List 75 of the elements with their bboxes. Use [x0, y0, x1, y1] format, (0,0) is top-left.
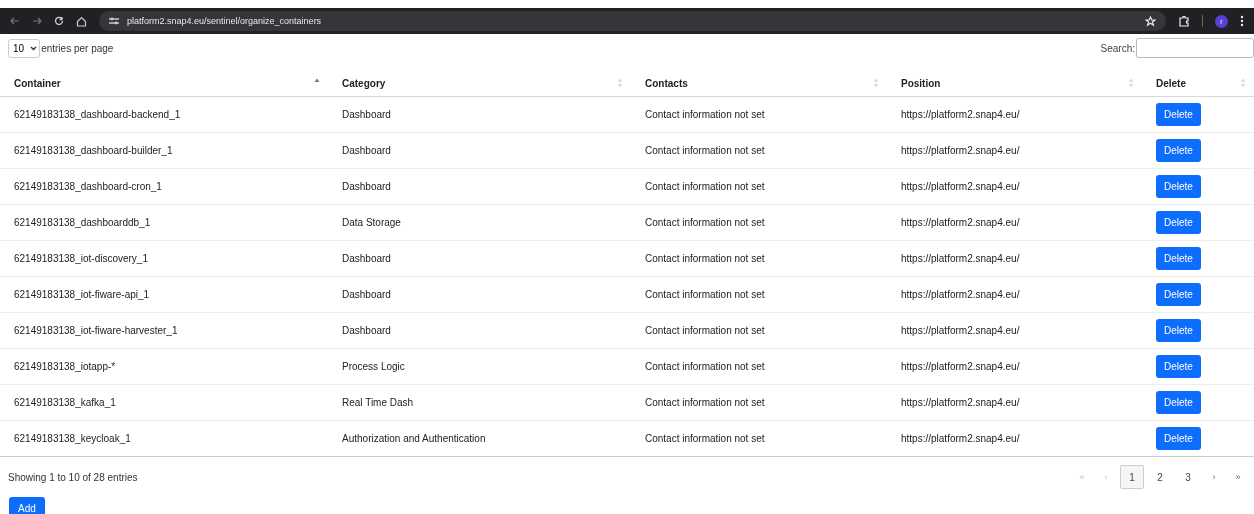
delete-button[interactable]: Delete: [1156, 283, 1201, 306]
table-cell: Dashboard: [342, 325, 391, 336]
column-header[interactable]: Category: [328, 70, 631, 97]
table-cell: Dashboard: [342, 109, 391, 120]
delete-button[interactable]: Delete: [1156, 103, 1201, 126]
table-cell: Dashboard: [342, 289, 391, 300]
entries-info-text: Showing 1 to 10 of 28 entries: [8, 471, 138, 483]
column-header[interactable]: Contacts: [631, 70, 887, 97]
table-cell: Contact information not set: [645, 397, 765, 408]
table-cell: Authorization and Authentication: [342, 433, 486, 444]
site-settings-icon[interactable]: [109, 17, 119, 25]
address-bar[interactable]: platform2.snap4.eu/sentinel/organize_containers: [99, 11, 1166, 31]
table-cell: 62149183138_dashboard-builder_1: [14, 145, 173, 156]
table-cell: Contact information not set: [645, 109, 765, 120]
puzzle-piece-icon[interactable]: [1178, 15, 1190, 27]
column-header[interactable]: Position: [887, 70, 1142, 97]
table-cell: Process Logic: [342, 361, 405, 372]
table-cell: https://platform2.snap4.eu/: [901, 109, 1020, 120]
table-cell: Dashboard: [342, 181, 391, 192]
delete-button[interactable]: Delete: [1156, 391, 1201, 414]
page-button[interactable]: 1: [1120, 465, 1144, 489]
table-cell: 62149183138_iotapp-*: [14, 361, 116, 372]
delete-button[interactable]: Delete: [1156, 139, 1201, 162]
table-cell: https://platform2.snap4.eu/: [901, 361, 1020, 372]
table-cell: https://platform2.snap4.eu/: [901, 253, 1020, 264]
table-cell: 62149183138_dashboard-backend_1: [14, 109, 181, 120]
delete-button[interactable]: Delete: [1156, 355, 1201, 378]
entries-per-page-label: entries per page: [41, 42, 114, 54]
table-cell: Dashboard: [342, 253, 391, 264]
delete-button[interactable]: Delete: [1156, 175, 1201, 198]
column-header[interactable]: Delete: [1142, 70, 1254, 97]
table-cell: Data Storage: [342, 217, 401, 228]
table-cell: Contact information not set: [645, 217, 765, 228]
search-label: Search:: [1100, 42, 1135, 54]
page-length-select[interactable]: 10: [8, 38, 41, 58]
table-cell: https://platform2.snap4.eu/: [901, 145, 1020, 156]
table-cell: Dashboard: [342, 145, 391, 156]
table-cell: 62149183138_kafka_1: [14, 397, 116, 408]
table-cell: Real Time Dash: [342, 397, 414, 408]
url-text: platform2.snap4.eu/sentinel/organize_containers: [127, 16, 322, 26]
table-cell: 62149183138_iot-fiware-api_1: [14, 289, 150, 300]
reload-icon[interactable]: [54, 16, 64, 26]
forward-arrow-icon[interactable]: [32, 16, 42, 26]
delete-button[interactable]: Delete: [1156, 319, 1201, 342]
delete-button[interactable]: Delete: [1156, 427, 1201, 450]
add-button[interactable]: Add: [9, 497, 45, 514]
back-arrow-icon[interactable]: [10, 16, 20, 26]
table-cell: Contact information not set: [645, 361, 765, 372]
star-icon[interactable]: [1145, 15, 1156, 27]
column-header[interactable]: Container: [0, 70, 328, 97]
table-cell: 62149183138_iot-discovery_1: [14, 253, 148, 264]
search-field[interactable]: [1136, 38, 1254, 58]
table-cell: 62149183138_dashboard-cron_1: [14, 181, 162, 192]
table-cell: https://platform2.snap4.eu/: [901, 433, 1020, 444]
table-cell: 62149183138_iot-fiware-harvester_1: [14, 325, 178, 336]
table-cell: Contact information not set: [645, 253, 765, 264]
table-cell: Contact information not set: [645, 145, 765, 156]
table-cell: Contact information not set: [645, 181, 765, 192]
page-button[interactable]: 2: [1148, 465, 1172, 489]
menu-icon[interactable]: [1240, 15, 1244, 27]
table-cell: https://platform2.snap4.eu/: [901, 289, 1020, 300]
delete-button[interactable]: Delete: [1156, 211, 1201, 234]
table-cell: Contact information not set: [645, 289, 765, 300]
table-cell: https://platform2.snap4.eu/: [901, 181, 1020, 192]
table-cell: 62149183138_dashboarddb_1: [14, 217, 151, 228]
table-cell: https://platform2.snap4.eu/: [901, 397, 1020, 408]
page-button[interactable]: 3: [1176, 465, 1200, 489]
delete-button[interactable]: Delete: [1156, 247, 1201, 270]
table-cell: https://platform2.snap4.eu/: [901, 217, 1020, 228]
table-cell: Contact information not set: [645, 325, 765, 336]
chevron-down-icon: [30, 45, 38, 51]
table-cell: https://platform2.snap4.eu/: [901, 325, 1020, 336]
home-icon[interactable]: [76, 15, 87, 27]
table-cell: 62149183138_keycloak_1: [14, 433, 131, 444]
table-cell: Contact information not set: [645, 433, 765, 444]
